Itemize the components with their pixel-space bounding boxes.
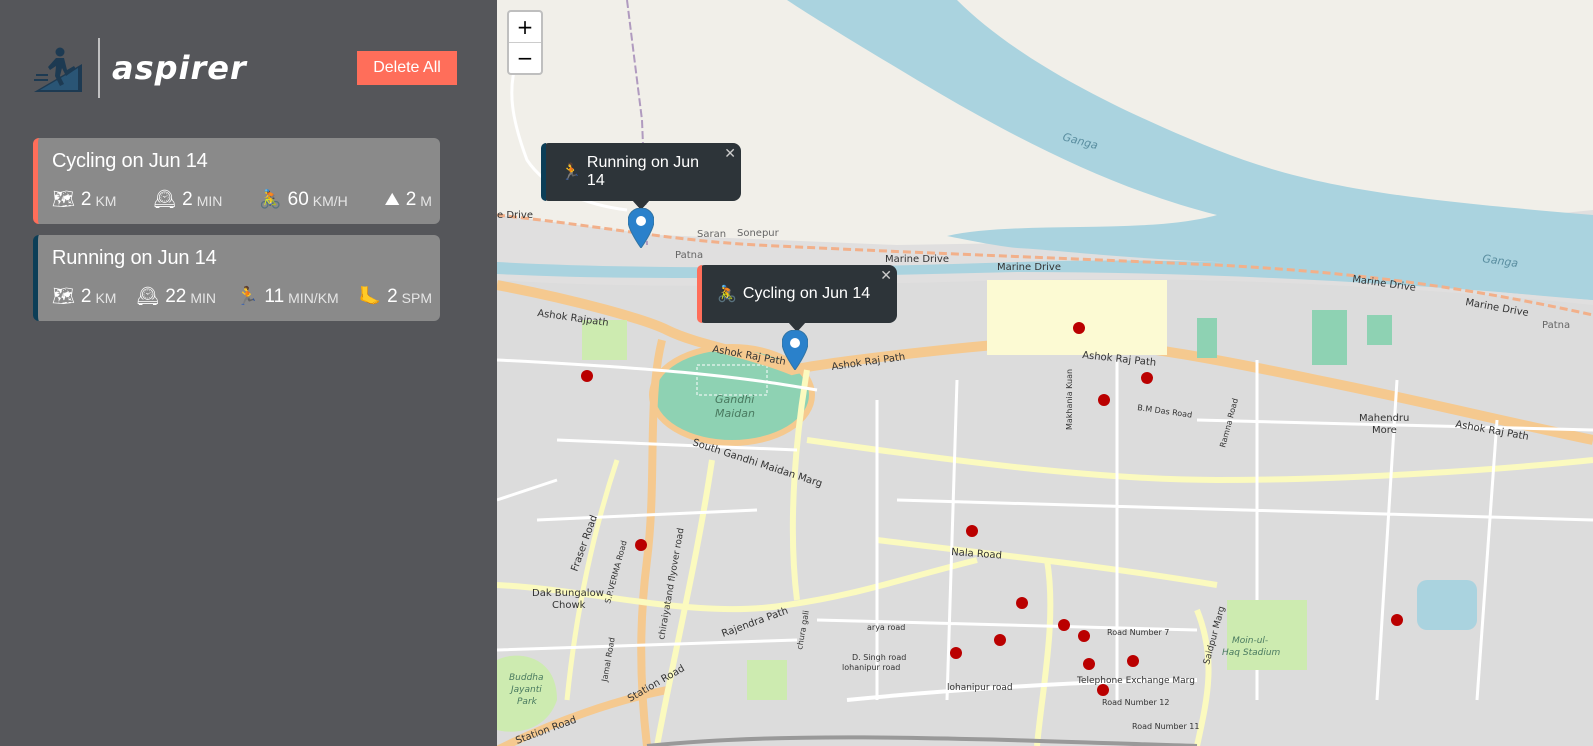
map-label-road-number-7: Road Number 7 [1107,628,1169,637]
map-label-dak-bungalow: Dak Bungalow [532,588,604,599]
distance-unit: KM [95,193,117,209]
popup-cycling[interactable]: 🚴 Cycling on Jun 14 ✕ [697,265,897,332]
workout-title: Running on Jun 14 [52,247,217,269]
map-label-saran: Saran [697,229,726,240]
close-icon[interactable]: ✕ [880,268,892,284]
map-label-road-number-11: Road Number 11 [1132,722,1199,731]
map-label-more: More [1372,425,1397,436]
zoom-out-button[interactable]: − [509,43,541,73]
app-logo: aspirer [34,38,247,98]
sidebar: aspirer Delete All Cycling on Jun 14 🗺 2 K… [0,0,497,746]
map-label-makhania-kuan: Makhania Kuan [1065,369,1074,430]
duration-value: 22 [165,286,187,307]
map-label-marine-drive: Marine Drive [997,262,1061,273]
map-label-patna: Patna [1542,320,1570,331]
map-tiles: Ganga Ganga e Drive Saran Sonepur Patna … [497,0,1593,746]
app-name: aspirer [112,49,247,87]
distance-value: 2 [80,286,92,307]
mountain-icon: ⛰ [384,189,400,210]
map-label-moin-ul: Moin-ul- [1232,636,1268,646]
pace-unit: MIN/KM [288,290,339,306]
duration-detail: 🕰 22 MIN [136,287,216,307]
close-icon[interactable]: ✕ [724,146,736,162]
popup-accent-bar [697,265,702,323]
popup-accent-bar [541,143,546,201]
map-label-buddha: Buddha [509,673,544,683]
map-label-marine-drive: Marine Drive [885,254,949,265]
clock-icon: 🕰 [153,189,177,210]
map-label-chowk: Chowk [552,600,586,611]
zoom-control: + − [507,10,543,75]
map-label-telephone-exchange-marg: Telephone Exchange Marg [1076,676,1195,686]
pace-value: 11 [264,286,285,307]
duration-detail: 🕰 2 MIN [153,190,222,210]
elevation-value: 2 [405,189,417,210]
popup-icon: 🏃 [561,164,581,181]
logo-divider [98,38,100,98]
popup-label: Running on Jun 14 [586,154,700,189]
popup-running[interactable]: 🏃 Running on Jun 14 ✕ [541,143,741,210]
map-label-maidan: Maidan [715,407,755,420]
map-label-park: Park [517,697,538,707]
map[interactable]: Ganga Ganga e Drive Saran Sonepur Patna … [497,0,1593,746]
foot-icon: 🦶 [358,286,382,307]
elevation-unit: M [420,193,432,209]
speed-value: 60 [287,189,309,210]
cadence-detail: 🦶 2 SPM [359,287,432,307]
distance-detail: 🗺 2 KM [52,287,116,307]
speed-unit: KM/H [312,193,348,209]
duration-unit: MIN [190,290,217,306]
popup-label: Cycling on Jun 14 [742,285,871,302]
map-label-lohanipur-road: lohanipur road [947,683,1013,693]
delete-all-button[interactable]: Delete All [357,51,457,85]
workout-details: 🗺 2 KM 🕰 2 MIN 🚴 60 KM/H ⛰ 2 M [52,190,432,210]
cadence-value: 2 [387,286,398,307]
workout-title: Cycling on Jun 14 [52,150,208,172]
map-label-arya-road: arya road [867,623,905,632]
map-label-gandhi: Gandhi [715,393,754,406]
duration-value: 2 [182,189,193,210]
map-label-jayanti: Jayanti [509,685,542,695]
map-marker-icon[interactable] [628,208,654,248]
map-label-patna: Patna [675,250,703,261]
popup-icon: 🚴 [717,286,737,303]
clock-icon: 🕰 [136,286,160,307]
map-label-haq-stadium: Haq Stadium [1222,648,1281,658]
elevation-detail: ⛰ 2 M [385,190,432,210]
map-icon: 🗺 [52,286,75,307]
map-marker-icon[interactable] [782,330,808,370]
workout-cycling[interactable]: Cycling on Jun 14 🗺 2 KM 🕰 2 MIN 🚴 60 KM/H ⛰ 2 M [33,138,440,224]
map-label-d-singh-road: D. Singh road [852,653,906,662]
duration-unit: MIN [196,193,223,209]
map-label-mahendru: Mahendru [1359,413,1409,424]
distance-detail: 🗺 2 KM [52,190,116,210]
distance-value: 2 [80,189,92,210]
cyclist-icon: 🚴 [259,189,282,210]
cadence-unit: SPM [401,290,432,306]
pace-detail: 🏃 11 MIN/KM [236,287,339,307]
runner-icon: 🏃 [235,286,259,307]
map-label-sonepur: Sonepur [737,228,780,239]
map-label-road-number-12: Road Number 12 [1102,698,1169,707]
map-label-lohanipur-road: lohanipur road [842,663,900,672]
speed-detail: 🚴 60 KM/H [259,190,348,210]
workout-running[interactable]: Running on Jun 14 🗺 2 KM 🕰 22 MIN 🏃 11 MIN/KM … [33,235,440,321]
map-label-drive: e Drive [497,210,533,221]
workout-details: 🗺 2 KM 🕰 22 MIN 🏃 11 MIN/KM 🦶 2 SPM [52,287,432,307]
climber-logo-icon [34,47,82,92]
distance-unit: KM [95,290,117,306]
map-icon: 🗺 [52,189,75,210]
zoom-in-button[interactable]: + [509,12,541,43]
